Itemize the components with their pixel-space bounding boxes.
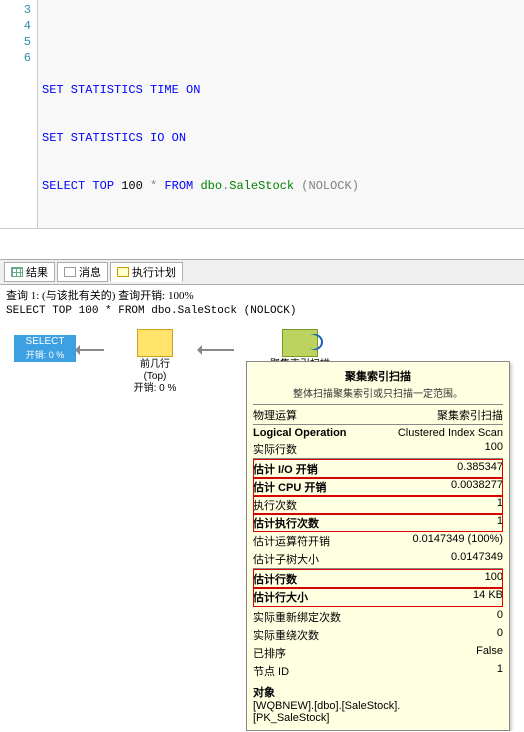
plan-icon xyxy=(117,267,129,277)
code-area[interactable]: SET STATISTICS TIME ON SET STATISTICS IO… xyxy=(38,0,524,228)
tooltip-subtitle: 整体扫描聚集索引或只扫描一定范围。 xyxy=(253,385,503,404)
plan-arrow xyxy=(198,349,234,351)
scan-icon xyxy=(282,329,318,357)
results-tabs: 结果 消息 执行计划 xyxy=(0,259,524,285)
tab-messages[interactable]: 消息 xyxy=(57,262,108,282)
tooltip-object: [PK_SaleStock] xyxy=(253,712,503,724)
tab-execution-plan[interactable]: 执行计划 xyxy=(110,262,183,282)
op-top[interactable]: 前几行 (Top) 开销: 0 % xyxy=(100,329,210,395)
sql-editor[interactable]: 3 4 5 6 SET STATISTICS TIME ON SET STATI… xyxy=(0,0,524,229)
message-icon xyxy=(64,267,76,277)
line-gutter: 3 4 5 6 xyxy=(0,0,38,228)
execution-plan-canvas[interactable]: SELECT 开销: 0 % 前几行 (Top) 开销: 0 % 聚集索引扫描 … xyxy=(0,321,524,601)
tooltip-object: [WQBNEW].[dbo].[SaleStock]. xyxy=(253,700,503,712)
tooltip-table: 物理运算聚集索引扫描 Logical OperationClustered In… xyxy=(253,404,503,680)
tooltip-title: 聚集索引扫描 xyxy=(253,366,503,385)
tab-results[interactable]: 结果 xyxy=(4,262,55,282)
op-select[interactable]: SELECT 开销: 0 % xyxy=(14,335,76,362)
query-cost-line: 查询 1: (与该批有关的) 查询开销: 100% xyxy=(0,285,524,305)
query-sql-line: SELECT TOP 100 * FROM dbo.SaleStock (NOL… xyxy=(0,305,524,321)
operator-tooltip: 聚集索引扫描 整体扫描聚集索引或只扫描一定范围。 物理运算聚集索引扫描 Logi… xyxy=(246,361,510,731)
grid-icon xyxy=(11,267,23,277)
top-icon xyxy=(137,329,173,357)
tooltip-object-label: 对象 xyxy=(253,680,503,700)
